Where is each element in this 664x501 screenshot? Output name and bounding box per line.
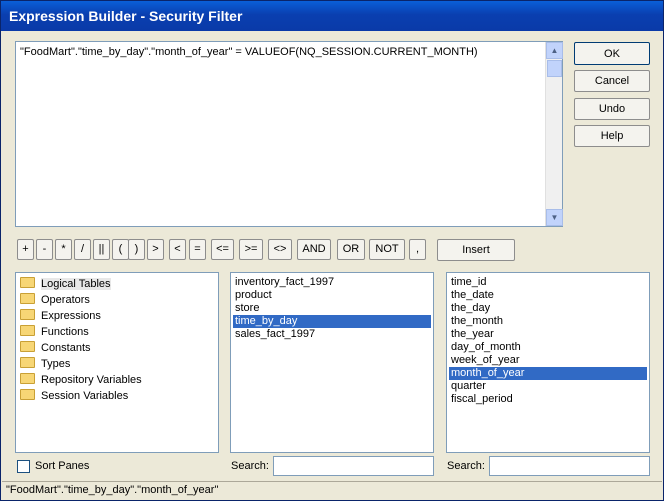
operator-concat-button[interactable]: ||	[93, 239, 110, 260]
operator-and-button[interactable]: AND	[297, 239, 331, 260]
list-item-store[interactable]: store	[233, 302, 431, 315]
tree-item-label: Constants	[41, 342, 91, 354]
list-item-the-month[interactable]: the_month	[449, 315, 647, 328]
sort-panes-label: Sort Panes	[35, 460, 90, 472]
tree-item-session-variables[interactable]: Session Variables	[20, 388, 128, 404]
operator-or-button[interactable]: OR	[337, 239, 365, 260]
operator-multiply-button[interactable]: *	[55, 239, 72, 260]
tree-item-operators[interactable]: Operators	[20, 292, 90, 308]
expression-editor[interactable]: "FoodMart"."time_by_day"."month_of_year"…	[15, 41, 563, 227]
tree-item-label: Operators	[41, 294, 90, 306]
list-item-the-year[interactable]: the_year	[449, 328, 647, 341]
editor-scrollbar[interactable]: ▲ ▼	[545, 42, 563, 226]
operator-less-equal-button[interactable]: <=	[211, 239, 234, 260]
operator-plus-button[interactable]: +	[17, 239, 34, 260]
columns-list[interactable]: time_id the_date the_day the_month the_y…	[446, 272, 650, 453]
list-item-week-of-year[interactable]: week_of_year	[449, 354, 647, 367]
columns-search-label: Search:	[447, 460, 485, 472]
list-item-time-by-day[interactable]: time_by_day	[233, 315, 431, 328]
tree-item-constants[interactable]: Constants	[20, 340, 91, 356]
folder-icon	[20, 277, 35, 288]
folder-icon	[20, 373, 35, 384]
list-item-inventory-fact-1997[interactable]: inventory_fact_1997	[233, 276, 431, 289]
tables-search-label: Search:	[231, 460, 269, 472]
status-bar: "FoodMart"."time_by_day"."month_of_year"	[2, 481, 662, 500]
tree-item-expressions[interactable]: Expressions	[20, 308, 101, 324]
folder-icon	[20, 341, 35, 352]
tree-item-label: Expressions	[41, 310, 101, 322]
insert-button[interactable]: Insert	[437, 239, 515, 261]
scroll-up-icon[interactable]: ▲	[546, 42, 563, 59]
tree-item-label: Logical Tables	[41, 278, 111, 290]
ok-button[interactable]: OK	[574, 42, 650, 65]
category-tree[interactable]: Logical Tables Operators Expressions Fun…	[15, 272, 219, 453]
list-item-fiscal-period[interactable]: fiscal_period	[449, 393, 647, 406]
operator-greater-equal-button[interactable]: >=	[239, 239, 263, 260]
tree-item-label: Types	[41, 358, 71, 370]
tables-list[interactable]: inventory_fact_1997 product store time_b…	[230, 272, 434, 453]
list-item-day-of-month[interactable]: day_of_month	[449, 341, 647, 354]
tables-search-input[interactable]	[273, 456, 434, 476]
status-text: "FoodMart"."time_by_day"."month_of_year"	[6, 484, 219, 496]
sort-panes-checkbox[interactable]	[17, 460, 30, 473]
operator-not-equal-button[interactable]: <>	[268, 239, 292, 260]
scroll-down-icon[interactable]: ▼	[546, 209, 563, 226]
operator-equal-button[interactable]: =	[189, 239, 206, 260]
folder-icon	[20, 325, 35, 336]
folder-icon	[20, 293, 35, 304]
cancel-button[interactable]: Cancel	[574, 70, 650, 92]
help-button[interactable]: Help	[574, 125, 650, 147]
folder-icon	[20, 309, 35, 320]
window-title: Expression Builder - Security Filter	[9, 8, 243, 24]
tree-item-repository-variables[interactable]: Repository Variables	[20, 372, 142, 388]
operator-greater-button[interactable]: >	[147, 239, 164, 260]
columns-search-input[interactable]	[489, 456, 650, 476]
operator-close-paren-button[interactable]: )	[128, 239, 145, 260]
expression-text[interactable]: "FoodMart"."time_by_day"."month_of_year"…	[20, 46, 478, 58]
list-item-quarter[interactable]: quarter	[449, 380, 647, 393]
list-item-the-day[interactable]: the_day	[449, 302, 647, 315]
undo-button[interactable]: Undo	[574, 98, 650, 120]
expression-builder-window: Expression Builder - Security Filter "Fo…	[0, 0, 664, 501]
tree-item-label: Session Variables	[41, 390, 129, 402]
operator-comma-button[interactable]: ,	[409, 239, 426, 260]
scroll-thumb[interactable]	[547, 60, 562, 77]
folder-icon	[20, 357, 35, 368]
tree-item-label: Repository Variables	[41, 374, 142, 386]
list-item-the-date[interactable]: the_date	[449, 289, 647, 302]
tree-item-types[interactable]: Types	[20, 356, 70, 372]
operator-less-button[interactable]: <	[169, 239, 186, 260]
operator-divide-button[interactable]: /	[74, 239, 91, 260]
operator-minus-button[interactable]: -	[36, 239, 53, 260]
tree-item-label: Functions	[41, 326, 89, 338]
tree-item-functions[interactable]: Functions	[20, 324, 89, 340]
tree-item-logical-tables[interactable]: Logical Tables	[20, 276, 111, 292]
list-item-sales-fact-1997[interactable]: sales_fact_1997	[233, 328, 431, 341]
operator-not-button[interactable]: NOT	[369, 239, 405, 260]
folder-icon	[20, 389, 35, 400]
title-bar: Expression Builder - Security Filter	[1, 1, 663, 31]
list-item-product[interactable]: product	[233, 289, 431, 302]
list-item-month-of-year[interactable]: month_of_year	[449, 367, 647, 380]
operator-open-paren-button[interactable]: (	[112, 239, 129, 260]
list-item-time-id[interactable]: time_id	[449, 276, 647, 289]
